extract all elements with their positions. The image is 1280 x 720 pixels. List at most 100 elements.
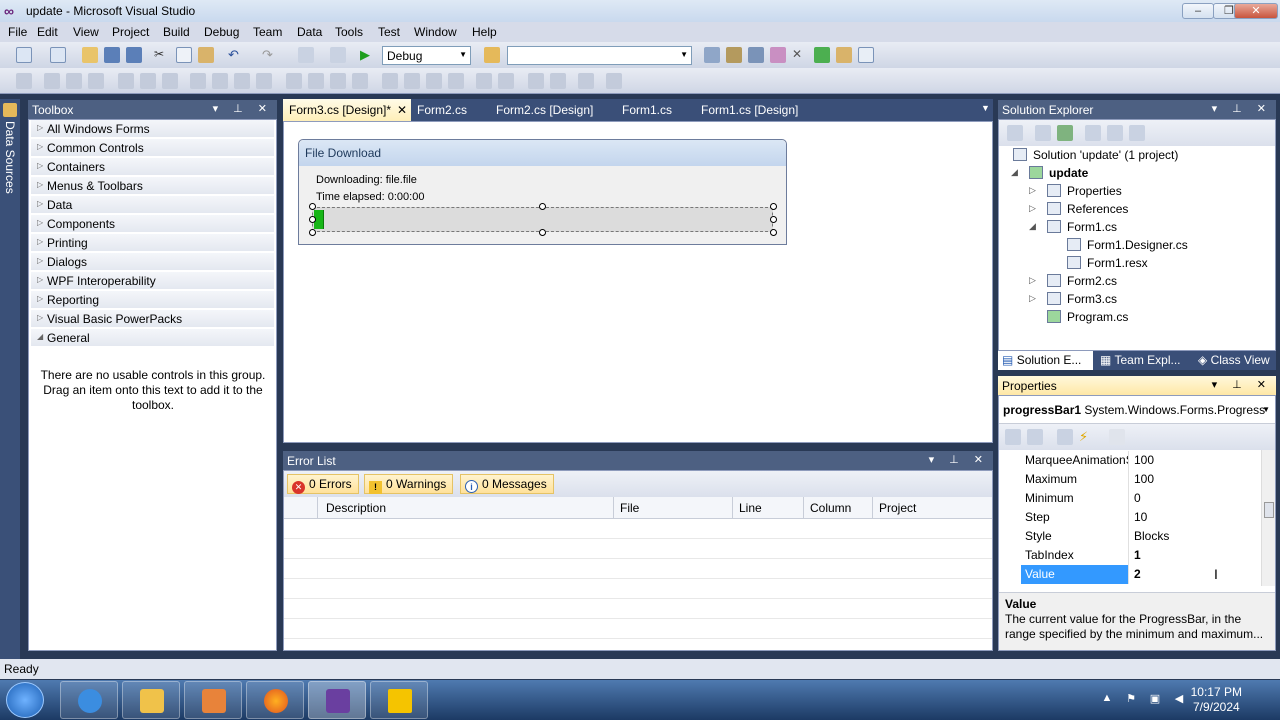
tab-form2-design[interactable]: Form2.cs [Design] bbox=[490, 99, 599, 121]
tree-form2[interactable]: ▷ Form2.cs bbox=[1029, 274, 1117, 288]
properties-scrollbar[interactable] bbox=[1261, 450, 1275, 586]
tree-program[interactable]: Program.cs bbox=[1047, 310, 1128, 324]
column-project[interactable]: Project bbox=[873, 497, 992, 519]
property-value[interactable]: 1 bbox=[1130, 546, 1261, 565]
navigate-backward-icon[interactable] bbox=[298, 47, 314, 63]
new-project-icon[interactable] bbox=[16, 47, 32, 63]
tree-form1[interactable]: ◢ Form1.cs bbox=[1029, 220, 1117, 234]
remove-horizontal-spacing-icon[interactable] bbox=[352, 73, 368, 89]
network-icon[interactable]: ▣ bbox=[1148, 692, 1162, 706]
size-to-grid-icon[interactable] bbox=[256, 73, 272, 89]
toolbox-group-vb-powerpacks[interactable]: ▷ Visual Basic PowerPacks bbox=[31, 310, 274, 328]
toolbox-group-reporting[interactable]: ▷ Reporting bbox=[31, 291, 274, 309]
property-row[interactable]: TabIndex 1 bbox=[999, 546, 1261, 565]
redo-icon[interactable]: ↷ bbox=[262, 47, 278, 63]
panel-controls[interactable]: ▾ ⊥ ✕ bbox=[213, 102, 273, 115]
menu-data[interactable]: Data bbox=[297, 25, 322, 39]
tab-order-icon[interactable] bbox=[578, 73, 594, 89]
toolbox-group-data[interactable]: ▷ Data bbox=[31, 196, 274, 214]
menu-help[interactable]: Help bbox=[472, 25, 497, 39]
save-icon[interactable] bbox=[104, 47, 120, 63]
properties-window-icon[interactable] bbox=[726, 47, 742, 63]
tree-properties[interactable]: ▷ Properties bbox=[1029, 184, 1122, 198]
align-centers-icon[interactable] bbox=[66, 73, 82, 89]
toolbox-group-containers[interactable]: ▷ Containers bbox=[31, 158, 274, 176]
menu-test[interactable]: Test bbox=[378, 25, 400, 39]
property-row[interactable]: MarqueeAnimationSpeed100 bbox=[999, 451, 1261, 470]
menu-file[interactable]: File bbox=[8, 25, 27, 39]
menu-window[interactable]: Window bbox=[414, 25, 457, 39]
warnings-filter-button[interactable]: ! 0 Warnings bbox=[364, 474, 454, 494]
solution-explorer-icon[interactable] bbox=[704, 47, 720, 63]
categorized-icon[interactable] bbox=[1005, 429, 1021, 445]
menu-project[interactable]: Project bbox=[112, 25, 149, 39]
properties-icon[interactable] bbox=[1007, 125, 1023, 141]
close-tab-icon[interactable]: ✕ bbox=[397, 103, 407, 117]
tab-team-explorer[interactable]: ▦ Team Expl... bbox=[1096, 351, 1185, 370]
tree-project[interactable]: ◢ update bbox=[1011, 166, 1088, 180]
form3-window[interactable]: File Download Downloading: file.file Tim… bbox=[298, 139, 787, 245]
data-sources-tab[interactable]: Data Sources bbox=[3, 121, 17, 194]
close-button[interactable]: ✕ bbox=[1234, 3, 1278, 19]
menu-view[interactable]: View bbox=[73, 25, 99, 39]
property-row-selected[interactable]: Value 2 I bbox=[999, 565, 1261, 584]
undo-icon[interactable]: ↶ bbox=[228, 47, 244, 63]
system-clock[interactable]: 10:17 PM 7/9/2024 bbox=[1191, 685, 1242, 715]
save-all-icon[interactable] bbox=[126, 47, 142, 63]
make-same-height-icon[interactable] bbox=[212, 73, 228, 89]
taskbar-internet-explorer[interactable] bbox=[60, 681, 118, 719]
minimize-button[interactable]: – bbox=[1182, 3, 1214, 19]
resize-handle-top-right[interactable] bbox=[770, 203, 777, 210]
property-pages-icon[interactable] bbox=[1109, 429, 1125, 445]
vertical-spacing-icon[interactable] bbox=[382, 73, 398, 89]
taskbar-visual-studio[interactable] bbox=[308, 681, 366, 719]
increase-horizontal-spacing-icon[interactable] bbox=[308, 73, 324, 89]
panel-controls[interactable]: ▾ ⊥ ✕ bbox=[1212, 102, 1272, 115]
property-value[interactable]: 10 bbox=[1130, 508, 1261, 527]
tab-form1-design[interactable]: Form1.cs [Design] bbox=[695, 99, 804, 121]
menu-team[interactable]: Team bbox=[253, 25, 282, 39]
view-class-diagram-icon[interactable] bbox=[1129, 125, 1145, 141]
align-tops-icon[interactable] bbox=[118, 73, 134, 89]
toolbox-group-general[interactable]: ◢ General bbox=[31, 329, 274, 347]
copy-icon[interactable] bbox=[176, 47, 192, 63]
bring-to-front-icon[interactable] bbox=[528, 73, 544, 89]
resize-handle-bottom-left[interactable] bbox=[309, 229, 316, 236]
menu-debug[interactable]: Debug bbox=[204, 25, 239, 39]
open-file-icon[interactable] bbox=[82, 47, 98, 63]
object-browser-icon[interactable] bbox=[748, 47, 764, 63]
menu-edit[interactable]: Edit bbox=[37, 25, 58, 39]
solution-configuration-select[interactable]: Debug ▼ bbox=[382, 46, 471, 65]
panel-controls[interactable]: ▾ ⊥ ✕ bbox=[929, 453, 989, 466]
make-same-size-icon[interactable] bbox=[234, 73, 250, 89]
tab-solution-explorer[interactable]: ▤ Solution E... bbox=[998, 351, 1093, 370]
column-icon[interactable] bbox=[284, 497, 318, 519]
resize-handle-top[interactable] bbox=[539, 203, 546, 210]
property-row[interactable]: Style Blocks bbox=[999, 527, 1261, 546]
property-row[interactable]: Step 10 bbox=[999, 508, 1261, 527]
view-designer-icon[interactable] bbox=[1107, 125, 1123, 141]
align-rights-icon[interactable] bbox=[88, 73, 104, 89]
property-row[interactable]: Maximum 100 bbox=[999, 470, 1261, 489]
align-lefts-icon[interactable] bbox=[44, 73, 60, 89]
view-code-icon[interactable] bbox=[1085, 125, 1101, 141]
start-debugging-icon[interactable]: ▶ bbox=[360, 47, 376, 63]
property-value[interactable]: 100 bbox=[1130, 451, 1261, 470]
center-horizontally-icon[interactable] bbox=[476, 73, 492, 89]
taskbar-warning-app[interactable] bbox=[370, 681, 428, 719]
make-same-width-icon[interactable] bbox=[190, 73, 206, 89]
data-sources-strip[interactable]: Data Sources bbox=[0, 99, 20, 659]
add-item-icon[interactable] bbox=[50, 47, 66, 63]
property-value[interactable]: Blocks bbox=[1130, 527, 1261, 546]
navigate-forward-icon[interactable] bbox=[330, 47, 346, 63]
events-icon[interactable]: ⚡ bbox=[1079, 429, 1095, 445]
toolbox-group-dialogs[interactable]: ▷ Dialogs bbox=[31, 253, 274, 271]
resize-handle-left[interactable] bbox=[309, 216, 316, 223]
properties-view-icon[interactable] bbox=[1057, 429, 1073, 445]
horizontal-spacing-icon[interactable] bbox=[286, 73, 302, 89]
column-line[interactable]: Line bbox=[733, 497, 804, 519]
tab-class-view[interactable]: ◈ Class View bbox=[1194, 351, 1274, 370]
align-bottoms-icon[interactable] bbox=[162, 73, 178, 89]
property-value[interactable]: 100 bbox=[1130, 470, 1261, 489]
volume-muted-icon[interactable]: ◀ bbox=[1172, 692, 1186, 706]
